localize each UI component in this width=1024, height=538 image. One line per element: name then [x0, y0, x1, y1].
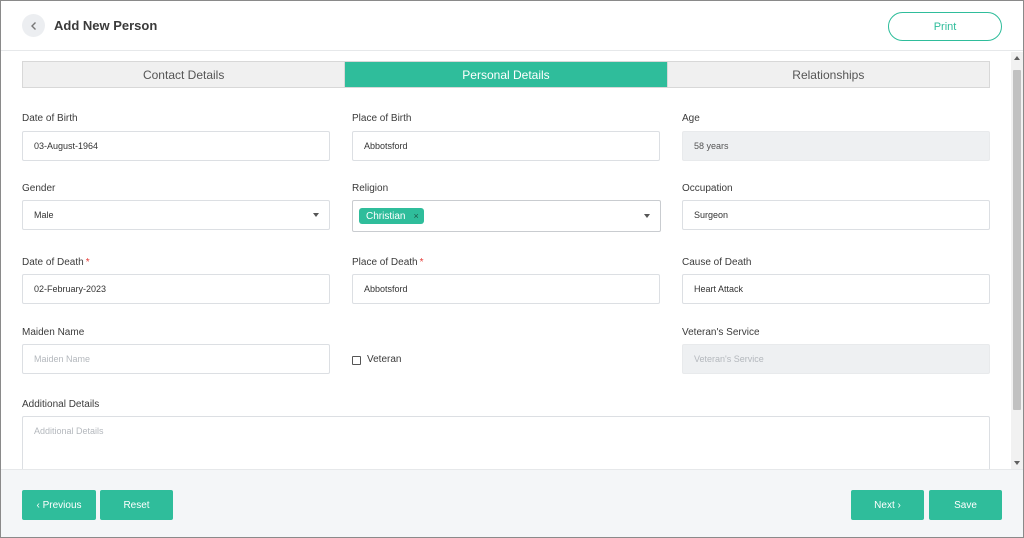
chip-remove-icon[interactable]: × — [413, 211, 418, 221]
veteran-label: Veteran — [367, 354, 402, 365]
previous-button[interactable]: ‹ Previous — [22, 490, 96, 520]
religion-chip-label: Christian — [366, 210, 406, 222]
date-of-death-label-text: Date of Death — [22, 257, 84, 268]
place-of-death-label: Place of Death * — [352, 257, 424, 268]
date-of-death-input[interactable]: 02-February-2023 — [22, 274, 330, 304]
gender-label: Gender — [22, 183, 56, 194]
back-button[interactable] — [22, 14, 45, 37]
place-of-birth-input[interactable]: Abbotsford — [352, 131, 660, 161]
maiden-name-input[interactable]: Maiden Name — [22, 344, 330, 374]
maiden-name-label: Maiden Name — [22, 327, 85, 338]
cause-of-death-label: Cause of Death — [682, 257, 752, 268]
app-window: Add New Person Print Contact Details Per… — [0, 0, 1024, 538]
page-header: Add New Person Print — [1, 1, 1023, 51]
form-content: Contact Details Personal Details Relatio… — [1, 52, 1011, 469]
print-button[interactable]: Print — [888, 12, 1002, 41]
additional-details-textarea[interactable]: Additional Details — [22, 416, 990, 469]
age-input: 58 years — [682, 131, 990, 161]
caret-down-icon — [644, 214, 650, 218]
veterans-service-input: Veteran's Service — [682, 344, 990, 374]
place-of-death-input[interactable]: Abbotsford — [352, 274, 660, 304]
age-label: Age — [682, 113, 700, 124]
scroll-up-arrow-icon[interactable] — [1014, 56, 1020, 60]
place-of-birth-label: Place of Birth — [352, 113, 412, 124]
required-asterisk: * — [419, 257, 424, 268]
date-of-death-label: Date of Death * — [22, 257, 90, 268]
vertical-scrollbar[interactable] — [1011, 52, 1023, 469]
veteran-checkbox[interactable] — [352, 356, 361, 365]
religion-multiselect[interactable]: Christian × — [352, 200, 661, 232]
occupation-label: Occupation — [682, 183, 733, 194]
religion-chip: Christian × — [359, 208, 424, 224]
tab-bar: Contact Details Personal Details Relatio… — [22, 61, 990, 88]
chevron-left-icon — [30, 21, 36, 30]
required-asterisk: * — [85, 257, 90, 268]
save-button[interactable]: Save — [929, 490, 1002, 520]
gender-select[interactable]: Male — [22, 200, 330, 230]
veterans-service-label: Veteran's Service — [682, 327, 760, 338]
tab-personal-details[interactable]: Personal Details — [344, 62, 667, 87]
next-button[interactable]: Next › — [851, 490, 924, 520]
gender-value: Male — [34, 210, 54, 220]
place-of-death-label-text: Place of Death — [352, 257, 418, 268]
page-title: Add New Person — [54, 18, 158, 33]
tab-contact-details[interactable]: Contact Details — [23, 62, 345, 87]
additional-details-label: Additional Details — [22, 399, 100, 410]
caret-down-icon — [313, 213, 319, 217]
religion-label: Religion — [352, 183, 389, 194]
scroll-down-arrow-icon[interactable] — [1014, 461, 1020, 465]
occupation-input[interactable]: Surgeon — [682, 200, 990, 230]
date-of-birth-label: Date of Birth — [22, 113, 78, 124]
scrollbar-thumb[interactable] — [1013, 70, 1021, 410]
cause-of-death-input[interactable]: Heart Attack — [682, 274, 990, 304]
footer-actions: ‹ Previous Reset Next › Save — [1, 469, 1023, 537]
reset-button[interactable]: Reset — [100, 490, 173, 520]
date-of-birth-input[interactable]: 03-August-1964 — [22, 131, 330, 161]
tab-relationships[interactable]: Relationships — [666, 62, 989, 87]
